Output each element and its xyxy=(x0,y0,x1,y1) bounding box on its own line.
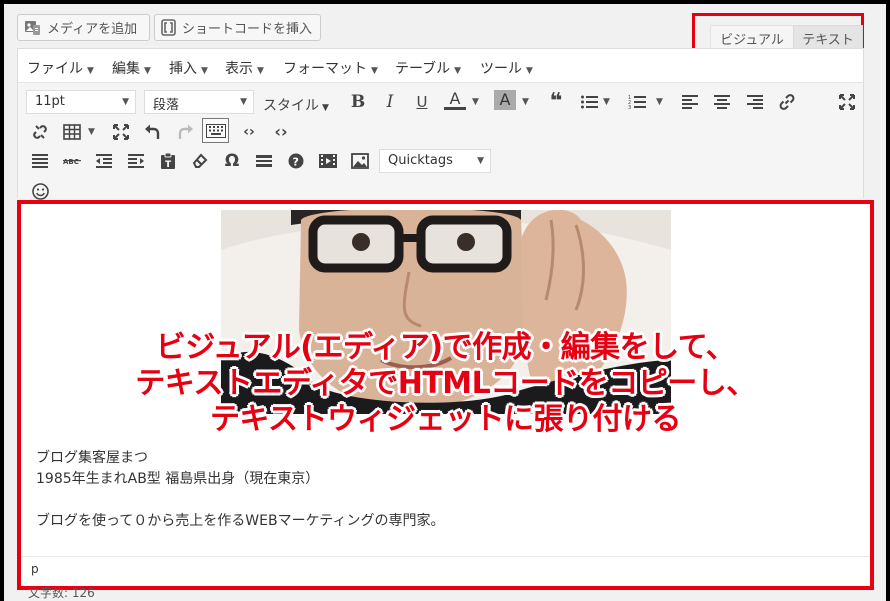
editor-screen: メディアを追加 ショートコードを挿入 ビジュアル テキスト ファイル ▼ 編集 ▼ … xyxy=(4,4,886,601)
align-right-icon[interactable] xyxy=(744,91,766,113)
undo-icon[interactable] xyxy=(142,121,164,143)
chevron-down-icon: ▼ xyxy=(526,66,533,76)
justify-icon[interactable] xyxy=(29,150,51,172)
overlay-line-3: テキストウィジェットに張り付ける xyxy=(209,402,682,437)
eraser-icon[interactable] xyxy=(189,150,211,172)
bg-color-button[interactable]: A xyxy=(494,90,516,110)
bullet-list-icon[interactable] xyxy=(578,91,600,113)
paragraph-select[interactable]: 段落 ▼ xyxy=(144,90,254,114)
menu-format[interactable]: フォーマット ▼ xyxy=(283,58,378,78)
horizontal-line-icon[interactable] xyxy=(253,150,275,172)
menu-view[interactable]: 表示 ▼ xyxy=(225,58,264,78)
help-icon[interactable]: ? xyxy=(285,150,307,172)
distraction-free-icon[interactable] xyxy=(110,121,132,143)
menu-file[interactable]: ファイル ▼ xyxy=(27,58,94,78)
bold-button[interactable]: B xyxy=(347,91,369,113)
overlay-line-2: テキストエディタでHTMLコードをコピーし、 xyxy=(135,366,756,401)
menu-insert[interactable]: 挿入 ▼ xyxy=(169,58,208,78)
chevron-down-icon: ▼ xyxy=(656,97,663,107)
chevron-down-icon: ▼ xyxy=(240,97,247,107)
chevron-down-icon: ▼ xyxy=(257,66,264,76)
svg-text:ABC: ABC xyxy=(63,158,79,166)
word-count: 文字数: 126 xyxy=(28,586,95,600)
table-icon[interactable] xyxy=(61,121,83,143)
svg-text:T: T xyxy=(165,160,172,170)
indent-icon[interactable] xyxy=(125,150,147,172)
font-size-select[interactable]: 11pt ▼ xyxy=(26,90,136,114)
chevron-down-icon: ▼ xyxy=(522,97,529,107)
align-left-icon[interactable] xyxy=(679,91,701,113)
add-media-button[interactable]: メディアを追加 xyxy=(17,14,150,41)
align-center-icon[interactable] xyxy=(711,91,733,113)
svg-text:?: ? xyxy=(293,156,299,169)
overlay-line-1: ビジュアル(エディア)で作成・編集をして、 xyxy=(155,330,736,365)
redo-icon[interactable] xyxy=(174,121,196,143)
italic-button[interactable]: I xyxy=(379,91,401,113)
chevron-down-icon: ▼ xyxy=(472,97,479,107)
code-icon[interactable]: ‹› xyxy=(238,121,260,143)
underline-button[interactable]: U xyxy=(411,91,433,113)
visual-editor-highlight: ビジュアル(エディア)で作成・編集をして、 テキストエディタでHTMLコードをコ… xyxy=(17,200,874,590)
media-icon xyxy=(25,21,40,35)
image-icon[interactable] xyxy=(349,150,371,172)
menu-edit[interactable]: 編集 ▼ xyxy=(112,58,151,78)
html-code-icon[interactable]: ‹› xyxy=(270,121,292,143)
content-line-3: ブログを使って０から売上を作るWEBマーケティングの専門家。 xyxy=(36,513,445,529)
chevron-down-icon: ▼ xyxy=(477,156,484,166)
quicktags-select[interactable]: Quicktags ▼ xyxy=(379,149,491,173)
element-path-bar: p xyxy=(21,556,870,582)
menu-tools[interactable]: ツール ▼ xyxy=(480,58,533,78)
strikethrough-icon[interactable]: ABC xyxy=(61,150,83,172)
video-icon[interactable] xyxy=(317,150,339,172)
outdent-icon[interactable] xyxy=(93,150,115,172)
chevron-down-icon: ▼ xyxy=(87,66,94,76)
keyboard-icon[interactable] xyxy=(202,118,229,143)
chevron-down-icon: ▼ xyxy=(201,66,208,76)
editor-content[interactable]: ブログ集客屋まつ 1985年生まれAB型 福島県出身（現在東京） ブログを使って… xyxy=(36,448,444,532)
fullscreen-icon[interactable] xyxy=(836,91,858,113)
paste-text-icon[interactable]: T xyxy=(157,150,179,172)
chevron-down-icon: ▼ xyxy=(122,97,129,107)
link-icon[interactable] xyxy=(776,91,798,113)
add-media-label: メディアを追加 xyxy=(47,22,138,37)
style-select[interactable]: スタイル ▼ xyxy=(263,95,329,115)
content-line-1: ブログ集客屋まつ xyxy=(36,450,148,466)
emoji-icon[interactable] xyxy=(29,180,51,202)
insert-shortcode-button[interactable]: ショートコードを挿入 xyxy=(154,14,321,41)
svg-text:3: 3 xyxy=(628,105,631,110)
chevron-down-icon: ▼ xyxy=(603,97,610,107)
chevron-down-icon: ▼ xyxy=(454,66,462,76)
blockquote-icon[interactable]: ❝ xyxy=(545,91,567,113)
element-path[interactable]: p xyxy=(31,562,39,576)
shortcode-icon xyxy=(161,19,176,36)
insert-shortcode-label: ショートコードを挿入 xyxy=(182,22,313,37)
editor-toolbar: ファイル ▼ 編集 ▼ 挿入 ▼ 表示 ▼ フォーマット ▼ テーブル ▼ ツール ▼ 11p… xyxy=(17,48,864,200)
chevron-down-icon: ▼ xyxy=(371,66,378,76)
chevron-down-icon: ▼ xyxy=(322,103,329,113)
editor-menubar: ファイル ▼ 編集 ▼ 挿入 ▼ 表示 ▼ フォーマット ▼ テーブル ▼ ツール ▼ xyxy=(18,49,863,83)
menu-table[interactable]: テーブル ▼ xyxy=(395,58,461,78)
chevron-down-icon: ▼ xyxy=(88,127,95,137)
unlink-icon[interactable] xyxy=(29,121,51,143)
font-color-button[interactable]: A xyxy=(444,90,466,110)
special-character-icon[interactable]: Ω xyxy=(221,150,243,172)
content-line-2: 1985年生まれAB型 福島県出身（現在東京） xyxy=(36,471,320,487)
instruction-overlay: ビジュアル(エディア)で作成・編集をして、 テキストエディタでHTMLコードをコ… xyxy=(21,330,870,438)
chevron-down-icon: ▼ xyxy=(144,66,151,76)
numbered-list-icon[interactable]: 123 xyxy=(626,91,648,113)
